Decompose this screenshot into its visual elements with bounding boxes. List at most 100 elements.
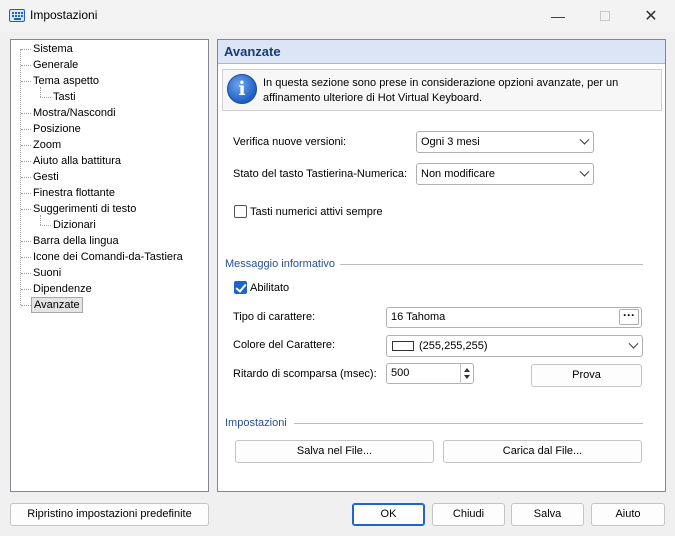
font-label: Tipo di carattere: [233,311,316,323]
close-button[interactable]: Chiudi [432,503,505,526]
tree-connector [21,273,31,274]
enabled-label: Abilitato [250,282,290,294]
tree-connector [21,113,31,114]
tree-item[interactable]: Dizionari [11,217,206,233]
tree-connector [21,129,31,130]
font-field[interactable]: 16 Tahoma [386,307,642,328]
tree-connector [21,81,31,82]
tree-connector [21,241,31,242]
help-button[interactable]: Aiuto [591,503,665,526]
tree-item[interactable]: Gesti [11,169,206,185]
save-to-file-button[interactable]: Salva nel File... [235,440,434,463]
tree-item-label: Finestra flottante [33,187,115,199]
tree-connector [21,305,31,306]
tree-item[interactable]: Barra della lingua [11,233,206,249]
settings-group-title: Impostazioni [225,417,287,429]
panel-title: Avanzate [224,44,281,59]
info-icon: i [227,74,257,104]
save-button[interactable]: Salva [511,503,584,526]
reset-defaults-button[interactable]: Ripristino impostazioni predefinite [10,503,209,526]
numpad-state-dropdown[interactable]: Non modificare [416,163,594,185]
panel-header [218,40,665,64]
color-swatch [392,341,414,351]
color-label: Colore del Carattere: [233,339,336,351]
maximize-icon [600,10,610,21]
group-divider [294,423,643,424]
tree-connector [21,289,31,290]
color-value: (255,255,255) [419,340,488,352]
tree-item[interactable]: Avanzate [11,297,206,313]
tree-item[interactable]: Zoom [11,137,206,153]
tree-connector [40,97,51,98]
check-updates-label: Verifica nuove versioni: [233,136,347,148]
tree-item-label: Posizione [33,123,81,135]
close-window-button[interactable]: ✕ [628,0,674,31]
test-button[interactable]: Prova [531,364,642,387]
color-dropdown[interactable]: (255,255,255) [386,335,643,357]
tree-item-label: Mostra/Nascondi [33,107,116,119]
numeric-keys-checkbox[interactable] [234,205,247,218]
settings-tree[interactable]: Sistema Generale Tema aspetto Tasti Mostra/N… [10,39,209,492]
tree-item-label: Suoni [33,267,62,279]
tree-item[interactable]: Generale [11,57,206,73]
group-divider [340,264,643,265]
check-updates-dropdown[interactable]: Ogni 3 mesi [416,131,594,153]
tree-item[interactable]: Posizione [11,121,206,137]
tree-item-label: Icone dei Comandi-da-Tastiera [33,251,183,263]
info-text: In questa sezione sono prese in consider… [263,77,619,104]
tree-item-label: Suggerimenti di testo [33,203,137,215]
window-title: Impostazioni [30,8,98,22]
load-from-file-button[interactable]: Carica dal File... [443,440,642,463]
tree-connector [40,225,51,226]
maximize-button[interactable] [582,0,628,31]
tree-item-label: Zoom [33,139,62,151]
minimize-button[interactable]: — [535,0,581,31]
tree-item-label: Sistema [33,43,73,55]
tree-connector [21,209,31,210]
spin-up-icon [464,368,470,372]
delay-input[interactable]: 500 [386,363,474,384]
font-value: 16 Tahoma [391,311,446,323]
chevron-down-icon [628,338,639,349]
tree-item-label: Dizionari [53,219,96,231]
ok-button[interactable]: OK [352,503,425,526]
check-updates-value: Ogni 3 mesi [421,136,480,148]
tree-item-label: Dipendenze [33,283,92,295]
tree-item[interactable]: Aiuto alla battitura [11,153,206,169]
tree-item-label: Barra della lingua [33,235,119,247]
tree-item[interactable]: Suoni [11,265,206,281]
tree-connector [21,65,31,66]
spin-down-icon [464,375,470,379]
tree-item[interactable]: Finestra flottante [11,185,206,201]
tree-item[interactable]: Sistema [11,41,206,57]
tree-connector [21,49,31,50]
tree-item-label: Tema aspetto [33,75,100,87]
font-browse-button[interactable]: ··· [619,309,639,325]
delay-label: Ritardo di scomparsa (msec): [233,368,377,380]
keyboard-app-icon [9,9,25,22]
tree-item-label: Gesti [33,171,59,183]
numpad-state-value: Non modificare [421,168,495,180]
enabled-checkbox[interactable] [234,281,247,294]
tree-connector [21,145,31,146]
tree-item-label: Tasti [53,91,76,103]
tree-connector [21,193,31,194]
numeric-keys-label: Tasti numerici attivi sempre [250,206,383,218]
delay-spinner[interactable] [460,364,473,384]
tree-item-label: Generale [33,59,79,71]
chevron-down-icon [579,134,590,145]
tree-item[interactable]: Tasti [11,89,206,105]
info-group-title: Messaggio informativo [225,258,336,270]
tree-connector [21,161,31,162]
tree-item-label: Aiuto alla battitura [33,155,122,167]
close-icon: ✕ [644,7,658,25]
minimize-icon: — [551,7,565,24]
tree-connector [21,257,31,258]
tree-item[interactable]: Mostra/Nascondi [11,105,206,121]
chevron-down-icon [579,166,590,177]
numpad-state-label: Stato del tasto Tastierina-Numerica: [233,168,408,180]
tree-item-label: Avanzate [31,297,83,313]
tree-item[interactable]: Icone dei Comandi-da-Tastiera [11,249,206,265]
tree-item[interactable]: Dipendenze [11,281,206,297]
delay-value: 500 [391,367,410,379]
